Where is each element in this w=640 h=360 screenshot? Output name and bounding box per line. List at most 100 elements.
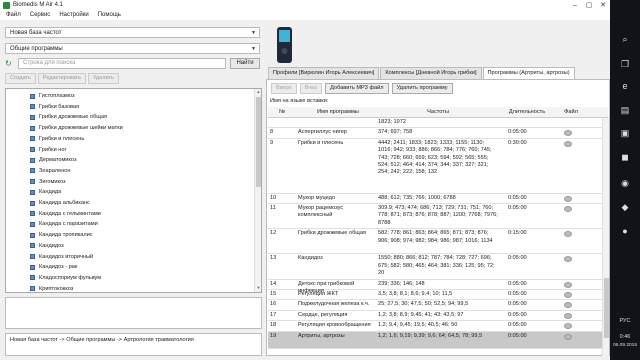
tree-item[interactable]: Зигомикоз [30,177,66,187]
table-row[interactable]: 13 Кандидоз 1550; 880; 866; 812; 787; 784;… [268,254,602,280]
tree-item[interactable]: Грибки ног [30,145,67,155]
tree-item[interactable]: Кладоспориум фульвум [30,273,101,283]
table-row[interactable]: 17 Сердце, регуляция 1,2; 3,8; 8,9; 9,45; … [268,311,602,322]
tree-item[interactable]: Грибки дрожжевые общая [30,112,107,122]
edge-icon[interactable]: e [617,79,633,93]
scrollbar-thumb[interactable] [604,278,609,338]
search-row: ↻ Строка для поиска Найти [5,58,260,69]
table-row[interactable]: 10 Мукор муцедо 488; 612; 735; 766; 1000; … [268,194,602,204]
tree-scrollbar[interactable]: ▲ ▼ [254,89,261,292]
tree-item[interactable]: Криптококкоз [30,284,73,292]
language-indicator[interactable]: РУС [610,318,640,324]
search-icon[interactable]: ⌕ [617,32,633,46]
row-duration: 0:05:00 [508,301,527,308]
tree-item[interactable]: Гистоплазмоз [30,91,75,101]
menu-service[interactable]: Сервис [30,12,51,18]
tree-item[interactable]: Кандидоз - рак [30,262,77,272]
table-row[interactable]: 8 Аспергиллус нигер 374; 697; 758 0:05:00 [268,128,602,139]
tree-item[interactable]: Кандида с гельминтами [30,209,101,219]
tree-item[interactable]: Кандида альбиканс [30,198,90,208]
file-status-icon[interactable] [564,333,572,340]
column-file[interactable]: Файл [556,107,586,118]
file-status-icon[interactable] [564,256,572,263]
menu-file[interactable]: Файл [6,12,21,18]
tree-item[interactable]: Грибки базовая [30,102,79,112]
tab-programs[interactable]: Программы (Артриты, артрозы) [482,67,575,79]
column-duration[interactable]: Длительность [502,107,552,118]
tree-item[interactable]: Грибки и плесень [30,134,84,144]
table-row[interactable]: 11 Мукор рацемозус комплексный 309.9; 473;… [268,204,602,230]
store-icon[interactable]: ▣ [617,126,633,140]
tab-profiles[interactable]: Профили [Вирюлин Игорь Алексеевич] [268,67,380,79]
tree-item-label: Кладоспориум фульвум [39,274,102,281]
base-select[interactable]: Новая база частот ▼ [5,27,260,38]
chevron-down-icon: ▼ [251,46,256,52]
task-view-icon[interactable]: ❐ [617,57,633,71]
maximize-icon[interactable]: ▢ [582,1,596,9]
tree-item[interactable]: Кандидоз [30,241,64,251]
table-row[interactable]: 18 Регуляция кровообращения 1,2; 9,4; 9,45… [268,321,602,332]
tree-item[interactable]: Грибки дрожжевые шейки матки [30,123,123,133]
program-icon [30,211,35,217]
table-scrollbar[interactable] [602,118,609,356]
file-status-icon[interactable] [564,312,572,319]
delete-button[interactable]: Удалить [87,73,119,84]
tree-item[interactable]: Кандидоз вторичный [30,252,93,262]
tree-item[interactable]: Дерматомикоз [30,155,77,165]
create-button[interactable]: Создать [5,73,36,84]
move-down-button[interactable]: Вниз [299,83,323,94]
file-status-icon[interactable] [564,140,572,147]
row-frequencies: 309.9; 473; 474; 686; 713; 729; 731; 751… [378,205,498,226]
chrome-icon[interactable]: ◉ [617,176,633,190]
file-status-icon[interactable] [564,323,572,330]
table-row[interactable]: 19 Артриты, артрозы 1,2; 1,6; 9,19; 9,39; … [268,331,602,350]
table-row[interactable]: 1823; 1972 [268,118,602,129]
scroll-down-icon[interactable]: ▼ [255,285,261,292]
file-status-icon[interactable] [564,302,572,309]
file-status-icon[interactable] [564,195,572,202]
table-row[interactable]: 9 Грибки и плесень 4442; 2411; 1833; 1823;… [268,139,602,194]
tree-item[interactable]: Зеараленон [30,166,71,176]
refresh-icon[interactable]: ↻ [5,59,14,68]
file-status-icon[interactable] [564,281,572,288]
table-row[interactable]: 16 Поджелудочная железа к.ч. 25; 27,5; 30;… [268,300,602,311]
tab-complexes[interactable]: Комплексы [Дневной Игорь грибки] [380,67,482,79]
file-status-icon[interactable] [564,292,572,298]
tree-item[interactable]: Кандида с паразитами [30,219,98,229]
app-icon[interactable]: ◼ [617,150,633,164]
file-status-icon[interactable] [564,206,572,212]
table-row[interactable]: 15 Регуляция ЖКТ 3,5; 3,8; 8,1; 8,6; 9,4; … [268,290,602,301]
close-icon[interactable]: ✕ [596,1,610,9]
table-row[interactable]: 14 Детокс при грибковой инфекции 239; 336;… [268,280,602,294]
menu-help[interactable]: Помощь [98,12,121,18]
minimize-icon[interactable]: – [568,2,582,9]
explorer-icon[interactable]: ▤ [617,103,633,117]
search-input[interactable]: Строка для поиска [18,58,226,69]
tree-item[interactable]: Кандида тропикалис [30,230,93,240]
column-name[interactable]: Имя программы [298,107,378,118]
column-frequencies[interactable]: Частоты [378,107,498,118]
row-program-name: Регуляция кровообращения [298,322,371,329]
find-button[interactable]: Найти [230,58,260,69]
column-number[interactable]: № [268,107,296,118]
app-icon-2[interactable]: ◆ [617,200,633,214]
programs-select[interactable]: Общие программы ▼ [5,43,260,54]
app-icon-3[interactable]: ● [617,224,633,238]
file-status-icon[interactable] [564,231,572,238]
delete-program-button[interactable]: Удалить программу [391,83,453,94]
tree-item[interactable]: Кандида [30,187,61,197]
window-title: Biomedis M Air 4.1 [13,2,64,8]
add-mp3-button[interactable]: Добавить MP3 файл [325,83,389,94]
clock-date[interactable]: 06.09.2016 [610,343,640,348]
scroll-up-icon[interactable]: ▲ [255,89,261,96]
table-row[interactable]: 12 Грибки дрожжевые общая 582; 778; 861; 8… [268,229,602,255]
menu-bar: Файл Сервис Настройки Помощь [0,10,610,20]
scrollbar-thumb[interactable] [256,97,261,187]
menu-settings[interactable]: Настройки [59,12,88,18]
program-tree[interactable]: Гистоплазмоз Грибки базовая Грибки дрожжев… [5,88,262,293]
row-program-name: Регуляция ЖКТ [298,291,339,297]
edit-button[interactable]: Редактировать [37,73,86,84]
move-up-button[interactable]: Вверх [271,83,297,94]
file-status-icon[interactable] [564,130,572,137]
clock-time[interactable]: 0:46 [610,334,640,340]
